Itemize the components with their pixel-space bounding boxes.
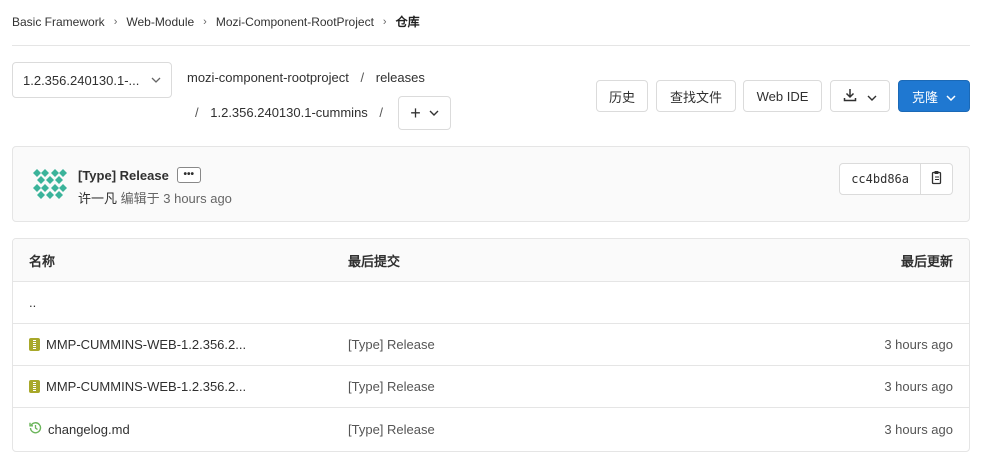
file-last-commit[interactable]: [Type] Release [348,408,435,450]
branch-label: 1.2.356.240130.1-... [23,72,140,88]
breadcrumb-current: 仓库 [395,15,420,29]
chevron-down-icon [151,74,161,86]
chevron-down-icon [867,89,877,104]
breadcrumb-item-web-module[interactable]: Web-Module [126,15,194,29]
path-project[interactable]: mozi-component-rootproject [187,70,349,85]
file-last-commit[interactable]: [Type] Release [348,324,435,365]
commit-title[interactable]: [Type] Release [78,168,169,183]
file-table: 名称 最后提交 最后更新 .. MMP-CUMMINS-WEB-1.2.356.… [12,238,970,452]
chevron-down-icon [429,108,439,119]
divider [12,45,970,46]
chevron-down-icon [946,89,956,104]
breadcrumb-separator: › [203,15,207,28]
breadcrumb: Basic Framework › Web-Module › Mozi-Comp… [12,13,420,30]
history-icon [29,421,42,437]
find-file-button[interactable]: 查找文件 [656,80,736,112]
breadcrumb-item-root-project[interactable]: Mozi-Component-RootProject [216,15,374,29]
plus-icon: + [410,102,421,123]
breadcrumb-separator: › [382,15,387,28]
table-header: 名称 最后提交 最后更新 [13,239,969,282]
file-name[interactable]: MMP-CUMMINS-WEB-1.2.356.2... [46,379,246,394]
commit-meta: 许一凡 编辑于 3 hours ago [78,188,232,207]
breadcrumb-separator: › [113,15,118,28]
web-ide-button[interactable]: Web IDE [743,80,822,112]
last-commit-panel: [Type] Release ••• 许一凡 编辑于 3 hours ago c… [12,146,970,222]
path-separator: / [360,70,365,85]
commit-sha[interactable]: cc4bd86a [839,163,921,195]
path-dir-releases[interactable]: releases [376,70,425,85]
avatar[interactable] [31,165,69,203]
file-last-update: 3 hours ago [884,337,953,352]
header-last-update: 最后更新 [900,253,953,269]
commit-sha-group: cc4bd86a [839,163,953,195]
commit-author[interactable]: 许一凡 [78,191,117,206]
copy-sha-button[interactable] [921,163,953,195]
file-last-commit[interactable]: [Type] Release [348,366,435,407]
history-button[interactable]: 历史 [596,80,648,112]
table-row-parent[interactable]: .. [13,282,969,324]
add-dropdown-button[interactable]: + [398,96,451,130]
file-name[interactable]: MMP-CUMMINS-WEB-1.2.356.2... [46,337,246,352]
clone-label: 克隆 [911,89,938,105]
file-last-update: 3 hours ago [884,421,953,437]
download-dropdown-button[interactable] [830,80,890,112]
download-icon [843,88,857,105]
branch-selector[interactable]: 1.2.356.240130.1-... [12,62,172,98]
archive-icon [29,380,40,393]
breadcrumb-item-basic-framework[interactable]: Basic Framework [12,15,105,29]
table-row[interactable]: MMP-CUMMINS-WEB-1.2.356.2... [Type] Rele… [13,366,969,408]
header-name: 名称 [29,253,56,269]
path-separator: / [379,105,384,120]
archive-icon [29,338,40,351]
table-row[interactable]: MMP-CUMMINS-WEB-1.2.356.2... [Type] Rele… [13,324,969,366]
expand-commit-button[interactable]: ••• [176,167,201,183]
path-dir-current: 1.2.356.240130.1-cummins [210,105,368,120]
file-name[interactable]: changelog.md [48,422,130,437]
table-row[interactable]: changelog.md [Type] Release 3 hours ago [13,408,969,450]
path-separator: / [195,105,199,120]
clone-dropdown-button[interactable]: 克隆 [898,80,970,112]
commit-time: 编辑于 3 hours ago [120,191,232,206]
clipboard-icon [930,170,943,188]
commit-title-row: [Type] Release ••• [78,167,201,183]
file-last-update: 3 hours ago [884,379,953,394]
header-last-commit: 最后提交 [348,253,401,269]
parent-directory-link[interactable]: .. [29,282,36,323]
